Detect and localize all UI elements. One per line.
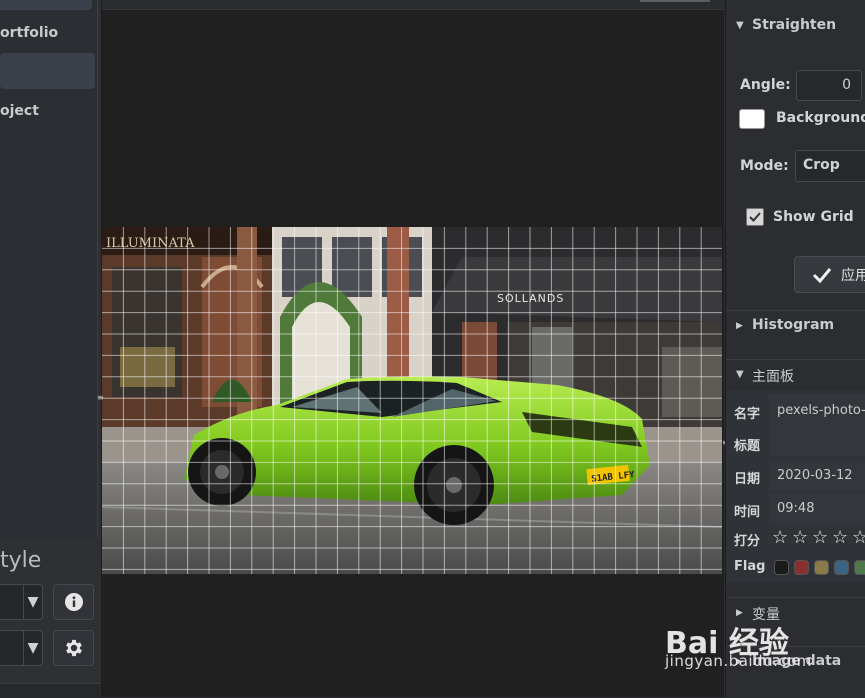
title-label: 标题 — [734, 439, 761, 454]
info-icon — [64, 593, 83, 611]
section-title: 主面板 — [752, 369, 794, 385]
time-label: 时间 — [734, 505, 761, 520]
chevron-down-icon: ▼ — [23, 631, 42, 665]
info-button[interactable] — [53, 584, 94, 620]
angle-input[interactable]: 0 — [796, 70, 862, 101]
apply-label: 应用 — [841, 268, 865, 284]
check-icon — [812, 268, 832, 284]
angle-label: Angle: — [740, 77, 791, 93]
checkmark-icon — [749, 212, 761, 222]
toolbar-button[interactable] — [640, 0, 710, 2]
photo-preview[interactable]: ILLUMINATA SOLLANDS S1AB LFY — [102, 227, 722, 574]
star-icon[interactable]: ☆ — [772, 527, 788, 548]
flag-red[interactable] — [794, 560, 809, 575]
show-grid-label: Show Grid — [773, 209, 854, 225]
canvas-toolbar — [102, 0, 724, 10]
time-field[interactable]: 09:48 — [769, 494, 865, 524]
flag-blue[interactable] — [834, 560, 849, 575]
rating-label: 打分 — [734, 534, 761, 549]
right-panel: ▼ Straighten Angle: 0 Background Mode: C… — [725, 0, 865, 697]
date-value: 2020-03-12 — [777, 468, 853, 483]
date-label: 日期 — [734, 472, 761, 487]
angle-value: 0 — [842, 77, 851, 93]
flag-green[interactable] — [854, 560, 865, 575]
baidu-watermark-url: jingyan.baidu.com — [665, 652, 812, 670]
mode-value: Crop — [803, 157, 840, 173]
flag-yellow[interactable] — [814, 560, 829, 575]
star-icon[interactable]: ☆ — [832, 527, 848, 548]
background-label: Background — [776, 110, 865, 126]
list-item-portfolio[interactable]: ortfolio — [0, 25, 58, 41]
settings-button[interactable] — [53, 630, 94, 666]
crop-handle-left[interactable]: ≡ — [97, 394, 104, 413]
histogram-section-header[interactable]: ▶ Histogram — [726, 310, 865, 341]
section-title: Histogram — [752, 317, 835, 333]
list-item[interactable] — [0, 0, 92, 10]
collapse-triangle-icon: ▼ — [736, 20, 744, 31]
name-value: pexels-photo- — [777, 403, 865, 418]
list-item-project[interactable]: oject — [0, 103, 39, 119]
chevron-down-icon: ▼ — [23, 585, 42, 619]
list-item-selected[interactable] — [0, 53, 95, 89]
left-panel: ortfolio oject tyle ▼ ▼ — [0, 0, 102, 698]
preset-dropdown[interactable]: ▼ — [0, 630, 43, 666]
flag-label: Flag — [734, 559, 766, 574]
apply-button[interactable]: 应用 — [794, 256, 865, 293]
time-value: 09:48 — [777, 501, 815, 516]
collection-list: ortfolio oject — [0, 0, 98, 538]
gear-icon — [65, 639, 82, 657]
section-title: Straighten — [752, 17, 837, 33]
style-section-title: tyle — [0, 548, 42, 573]
straighten-section-header[interactable]: ▼ Straighten — [726, 11, 865, 41]
show-grid-checkbox[interactable] — [746, 208, 764, 226]
expand-triangle-icon: ▶ — [736, 321, 743, 331]
main-panel-section-header[interactable]: ▼ 主面板 — [726, 359, 865, 390]
background-color-swatch[interactable] — [739, 109, 765, 129]
mode-select[interactable]: Crop — [795, 150, 865, 182]
star-icon[interactable]: ☆ — [792, 527, 808, 548]
collapse-triangle-icon: ▼ — [736, 369, 744, 380]
expand-triangle-icon: ▶ — [736, 608, 743, 618]
name-field[interactable]: pexels-photo- — [769, 394, 865, 456]
mode-label: Mode: — [740, 158, 789, 174]
status-bar — [0, 683, 100, 698]
straighten-grid — [102, 227, 722, 574]
name-label: 名字 — [734, 407, 761, 422]
flag-none[interactable] — [774, 560, 789, 575]
image-canvas[interactable]: ILLUMINATA SOLLANDS S1AB LFY ≡ — [97, 0, 729, 697]
star-icon[interactable]: ☆ — [852, 527, 865, 548]
style-dropdown[interactable]: ▼ — [0, 584, 43, 620]
date-field[interactable]: 2020-03-12 — [769, 461, 865, 491]
star-icon[interactable]: ☆ — [812, 527, 828, 548]
